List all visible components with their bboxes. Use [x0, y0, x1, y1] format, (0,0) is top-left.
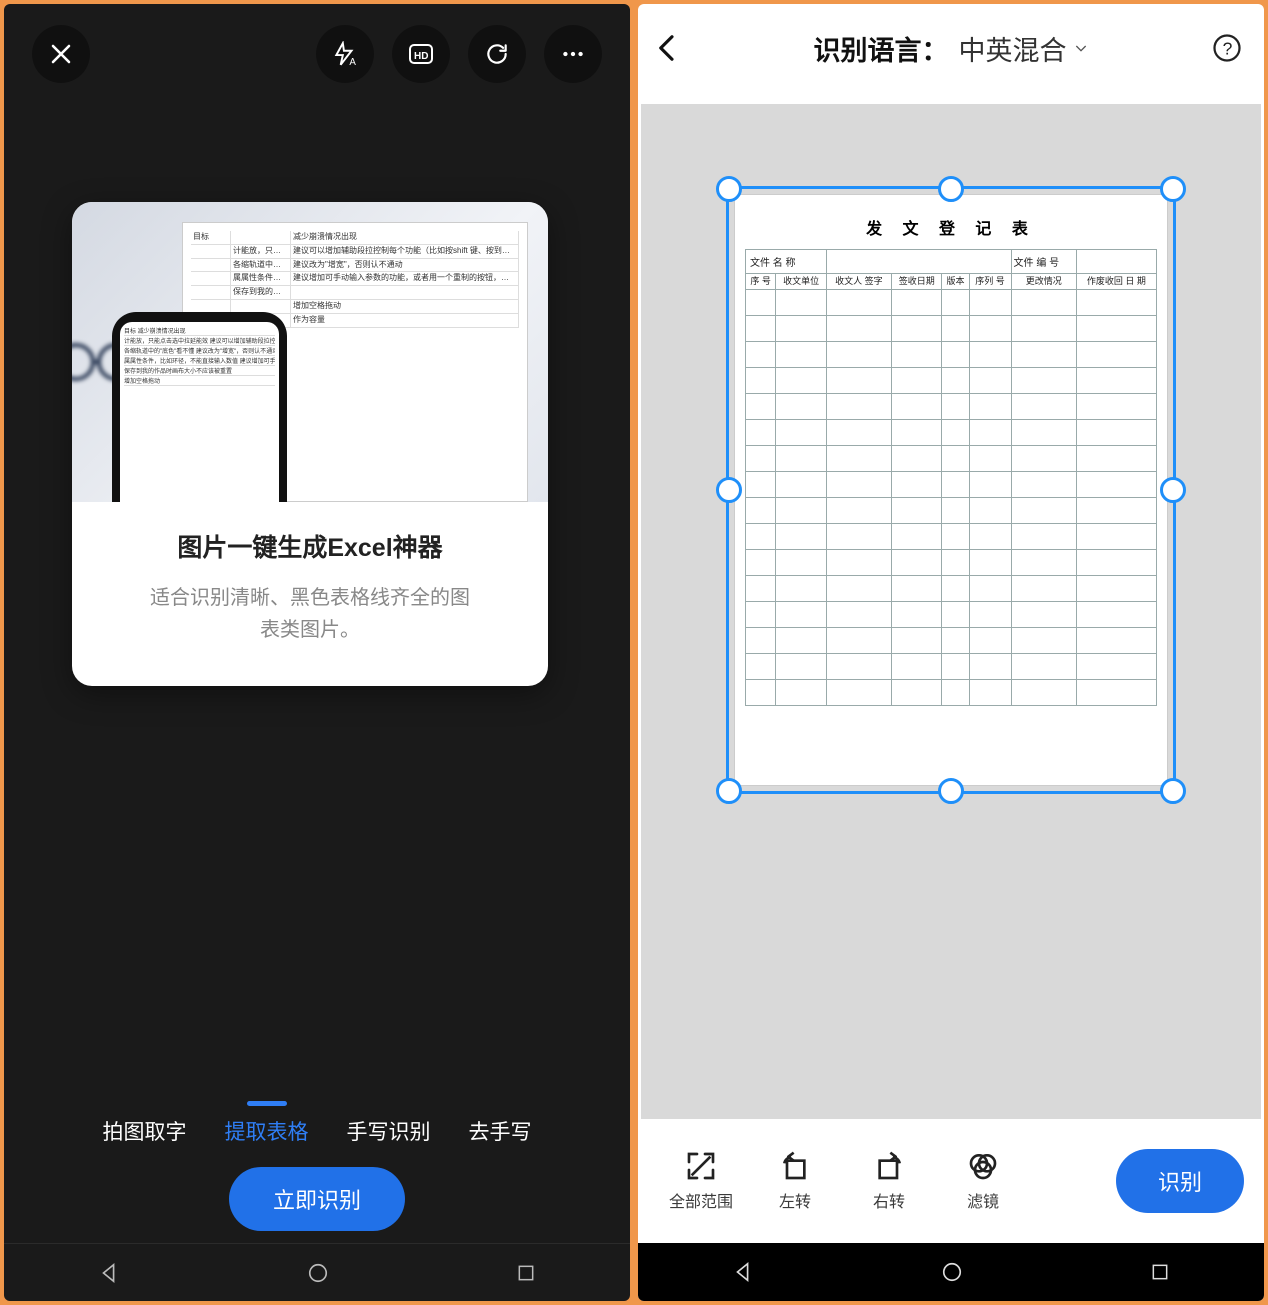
- hd-button[interactable]: HD: [392, 25, 450, 83]
- sample-cell: 目标: [191, 231, 231, 245]
- sample-cell: 属属性条件，比如环径，不能直接输入数值: [231, 272, 291, 286]
- sample-cell: 各缩轨道中的"底色"看不懂: [231, 259, 291, 273]
- back-button[interactable]: [652, 33, 682, 63]
- sample-cell: 增加空格拖动: [291, 300, 519, 314]
- camera-screen: A HD: [4, 4, 630, 1301]
- feature-card: 目标 减少崩溃情况出现计能放，只能点击选中拉延能效建议可以增加辅助段拉控制每个功能…: [72, 202, 548, 686]
- tool-rotate-left[interactable]: 左转: [752, 1150, 838, 1212]
- sample-cell: 建议改为"增宽"，否则认不通动: [291, 259, 519, 273]
- feature-card-image: 目标 减少崩溃情况出现计能放，只能点击选中拉延能效建议可以增加辅助段拉控制每个功能…: [72, 202, 548, 502]
- crop-handle-ml[interactable]: [716, 477, 742, 503]
- sample-cell: 作为容量: [291, 314, 519, 328]
- close-button[interactable]: [32, 25, 90, 83]
- refresh-icon: [484, 41, 510, 67]
- chevron-down-icon: [1073, 40, 1089, 56]
- sample-cell: 减少崩溃情况出现: [291, 231, 519, 245]
- nav-home-icon[interactable]: [307, 1262, 329, 1284]
- svg-text:A: A: [349, 57, 356, 67]
- close-icon: [49, 42, 73, 66]
- svg-text:HD: HD: [414, 51, 428, 62]
- sample-cell: 计能放，只能点击选中拉延能效: [231, 245, 291, 259]
- crop-handle-tr[interactable]: [1160, 176, 1186, 202]
- android-navbar-left: [4, 1243, 630, 1301]
- crop-handle-bc[interactable]: [938, 778, 964, 804]
- crop-frame[interactable]: [726, 186, 1176, 794]
- nav-back-icon[interactable]: [98, 1262, 120, 1284]
- tab-photo-text[interactable]: 拍图取字: [103, 1102, 187, 1146]
- recognize-button[interactable]: 识别: [1116, 1149, 1244, 1213]
- nav-back-icon[interactable]: [732, 1261, 754, 1283]
- nav-recent-icon[interactable]: [516, 1263, 536, 1283]
- tool-full-range[interactable]: 全部范围: [658, 1150, 744, 1212]
- more-button[interactable]: [544, 25, 602, 83]
- sample-cell: [231, 231, 291, 245]
- help-icon: ?: [1212, 33, 1242, 63]
- crop-handle-tc[interactable]: [938, 176, 964, 202]
- help-button[interactable]: ?: [1212, 33, 1242, 63]
- tab-remove-handwriting[interactable]: 去手写: [469, 1102, 532, 1146]
- sample-cell: [191, 259, 231, 273]
- crop-handle-br[interactable]: [1160, 778, 1186, 804]
- recognize-now-button[interactable]: 立即识别: [229, 1167, 405, 1231]
- tab-extract-table[interactable]: 提取表格: [225, 1102, 309, 1146]
- android-navbar-right: [638, 1243, 1264, 1301]
- nav-recent-icon[interactable]: [1150, 1262, 1170, 1282]
- expand-icon: [685, 1150, 717, 1182]
- crop-target[interactable]: 发 文 登 记 表 文件 名 称 文件 编 号 序 号收文单位收文人 签字签收日…: [734, 194, 1168, 786]
- flash-auto-icon: A: [332, 41, 358, 67]
- editor-screen: 识别语言： 中英混合 ? 发 文 登 记 表 文件 名 称 文件 编 号: [638, 4, 1264, 1301]
- more-icon: [560, 41, 586, 67]
- tab-handwriting[interactable]: 手写识别: [347, 1102, 431, 1146]
- editor-toolbar: 全部范围 左转 右转 滤镜 识别: [638, 1119, 1264, 1243]
- rotate-right-icon: [873, 1150, 905, 1182]
- feature-card-desc: 适合识别清晰、黑色表格线齐全的图 表类图片。: [100, 582, 520, 646]
- language-selector[interactable]: 识别语言： 中英混合: [638, 29, 1264, 68]
- crop-handle-tl[interactable]: [716, 176, 742, 202]
- crop-handle-mr[interactable]: [1160, 477, 1186, 503]
- crop-handle-bl[interactable]: [716, 778, 742, 804]
- flash-button[interactable]: A: [316, 25, 374, 83]
- feature-card-title: 图片一键生成Excel神器: [100, 528, 520, 564]
- mode-strip: 拍图取字 提取表格 手写识别 去手写: [4, 1102, 630, 1146]
- language-value: 中英混合: [959, 29, 1067, 68]
- hd-icon: HD: [406, 39, 436, 69]
- svg-text:?: ?: [1223, 38, 1233, 58]
- tool-filter[interactable]: 滤镜: [940, 1150, 1026, 1212]
- sample-cell: [191, 286, 231, 300]
- language-label: 识别语言：: [814, 29, 949, 68]
- sample-cell: [291, 286, 519, 300]
- editor-canvas: 发 文 登 记 表 文件 名 称 文件 编 号 序 号收文单位收文人 签字签收日…: [641, 104, 1261, 1119]
- editor-header: 识别语言： 中英混合 ?: [638, 4, 1264, 92]
- tool-rotate-right[interactable]: 右转: [846, 1150, 932, 1212]
- sample-cell: 建议可以增加辅助段拉控制每个功能（比如按shift 键、按到控制、只可崩放）: [291, 245, 519, 259]
- camera-topbar: A HD: [4, 4, 630, 104]
- refresh-button[interactable]: [468, 25, 526, 83]
- chevron-left-icon: [652, 33, 682, 63]
- sample-cell: 保存到我的作品时画布大小不应该被重置: [231, 286, 291, 300]
- sample-cell: 建议增加可手动输入参数的功能，或者用一个重制的按钮，一并传动了，别再不回来（拖动…: [291, 272, 519, 286]
- sample-cell: [191, 245, 231, 259]
- phone-mockup: 目标 减少崩溃情况出现 计能放，只能点击选中拉延能效 建议可以增加辅助段拉控制每…: [112, 312, 287, 502]
- nav-home-icon[interactable]: [941, 1261, 963, 1283]
- filter-icon: [967, 1150, 999, 1182]
- rotate-left-icon: [779, 1150, 811, 1182]
- sample-cell: [191, 272, 231, 286]
